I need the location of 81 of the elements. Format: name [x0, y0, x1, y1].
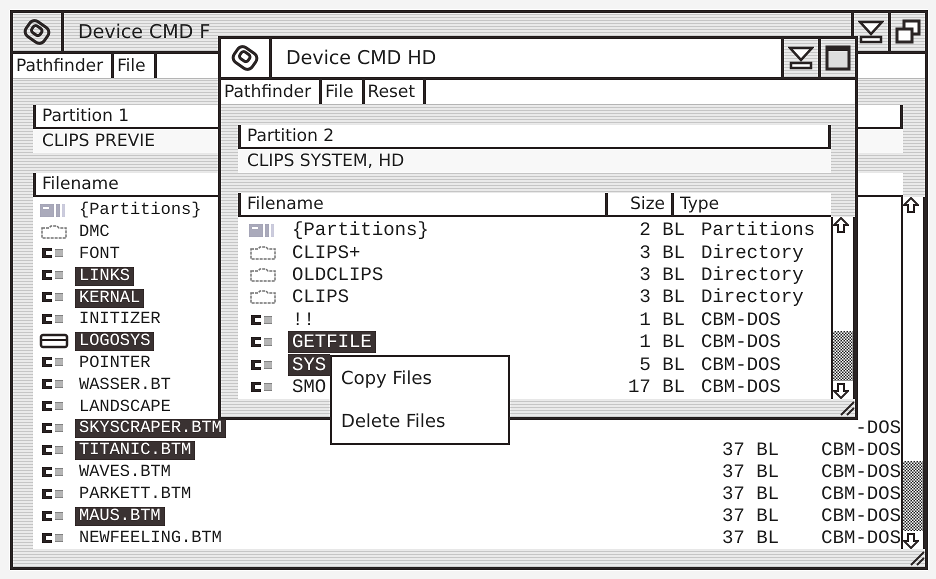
- file-size: 37 BL: [720, 460, 779, 483]
- menu-item[interactable]: Pathfinder: [13, 54, 114, 78]
- file-size: 3 BL: [638, 264, 685, 286]
- resize-icon[interactable]: [909, 550, 925, 566]
- file-name[interactable]: WASSER.BT: [75, 376, 175, 395]
- file-name[interactable]: SMO: [288, 376, 330, 398]
- file-type: CBM-DOS: [701, 354, 782, 376]
- file-type: CBM-DOS: [820, 438, 901, 461]
- resize-icon[interactable]: [839, 400, 855, 416]
- file-name[interactable]: LOGOSYS: [75, 332, 154, 352]
- file-size: 17 BL: [626, 376, 685, 398]
- tray-icon: [39, 332, 69, 349]
- file-size: 37 BL: [720, 526, 779, 549]
- file-size: 3 BL: [638, 242, 685, 264]
- file-name[interactable]: POINTER: [75, 354, 154, 373]
- file-name[interactable]: CLIPS+: [288, 242, 364, 264]
- file-name[interactable]: LINKS: [75, 266, 134, 286]
- collapse-icon[interactable]: [788, 45, 814, 71]
- folder-icon: [249, 266, 277, 283]
- file-name[interactable]: SKYSCRAPER.BTM: [75, 419, 226, 438]
- scroll-up-icon[interactable]: [903, 197, 919, 213]
- file-name[interactable]: KERNAL: [75, 288, 144, 308]
- file-size: 1 BL: [638, 308, 685, 331]
- scroll-thumb[interactable]: [903, 461, 923, 531]
- window-title: Device CMD F: [78, 21, 210, 43]
- file-type: Directory: [701, 264, 805, 286]
- menu-item[interactable]: Delete Files: [332, 411, 508, 432]
- menu-item[interactable]: File: [322, 80, 365, 104]
- file-name[interactable]: DMC: [75, 223, 114, 242]
- file-size: 3 BL: [638, 286, 685, 308]
- file-type: CBM-DOS: [701, 331, 782, 354]
- maximize-icon[interactable]: [825, 45, 851, 71]
- scroll-down-icon[interactable]: [833, 383, 849, 399]
- file-size: 5 BL: [638, 354, 685, 376]
- file-name[interactable]: TITANIC.BTM: [75, 441, 196, 460]
- file-name[interactable]: {Partitions}: [75, 201, 206, 220]
- file-type: CBM-DOS: [820, 482, 901, 505]
- scroll-thumb[interactable]: [833, 331, 853, 381]
- file-type: Directory: [701, 286, 805, 308]
- file-type: Directory: [701, 242, 805, 264]
- file-type: CBM-DOS: [701, 308, 782, 331]
- file-type: -DOS: [854, 416, 901, 439]
- file-name[interactable]: PARKETT.BTM: [75, 485, 196, 504]
- file-type: CBM-DOS: [820, 504, 901, 527]
- file-size: 1 BL: [638, 331, 685, 354]
- partition-label: Partition 2: [238, 125, 831, 149]
- file-size: 2 BL: [638, 219, 685, 242]
- file-name[interactable]: LANDSCAPE: [75, 398, 175, 417]
- file-name[interactable]: OLDCLIPS: [288, 264, 388, 286]
- menu-item[interactable]: File: [114, 54, 157, 78]
- folder-icon: [40, 224, 68, 240]
- folder-icon: [249, 244, 277, 261]
- file-name[interactable]: INITIZER: [75, 310, 165, 330]
- scroll-up-icon[interactable]: [833, 217, 849, 233]
- file-name[interactable]: WAVES.BTM: [75, 463, 175, 482]
- file-type: CBM-DOS: [820, 460, 901, 483]
- file-name[interactable]: MAUS.BTM: [75, 507, 165, 526]
- window-title: Device CMD HD: [286, 47, 436, 69]
- windows-icon[interactable]: [895, 19, 921, 45]
- menu-item[interactable]: Pathfinder: [221, 80, 322, 104]
- file-name[interactable]: SYS: [288, 354, 330, 376]
- file-type: CBM-DOS: [820, 526, 901, 549]
- file-name[interactable]: GETFILE: [288, 331, 376, 354]
- scroll-down-icon[interactable]: [903, 533, 919, 549]
- collapse-icon[interactable]: [858, 19, 884, 45]
- file-size: 37 BL: [720, 504, 779, 527]
- file-size: 37 BL: [720, 482, 779, 505]
- menu-item[interactable]: Copy Files: [332, 368, 508, 389]
- partition-name: CLIPS SYSTEM, HD: [238, 149, 831, 173]
- scrollbar[interactable]: [901, 197, 925, 549]
- file-name[interactable]: FONT: [75, 244, 124, 264]
- scrollbar[interactable]: [831, 217, 855, 399]
- file-name[interactable]: CLIPS: [288, 286, 354, 308]
- file-name[interactable]: NEWFEELING.BTM: [75, 529, 226, 548]
- file-name[interactable]: {Partitions}: [288, 219, 433, 242]
- menu-item[interactable]: Reset: [364, 80, 426, 104]
- file-size: 37 BL: [720, 438, 779, 461]
- file-type: Partitions: [701, 219, 816, 242]
- file-name[interactable]: !!: [288, 308, 319, 331]
- folder-icon: [249, 289, 277, 306]
- file-type: CBM-DOS: [701, 376, 782, 398]
